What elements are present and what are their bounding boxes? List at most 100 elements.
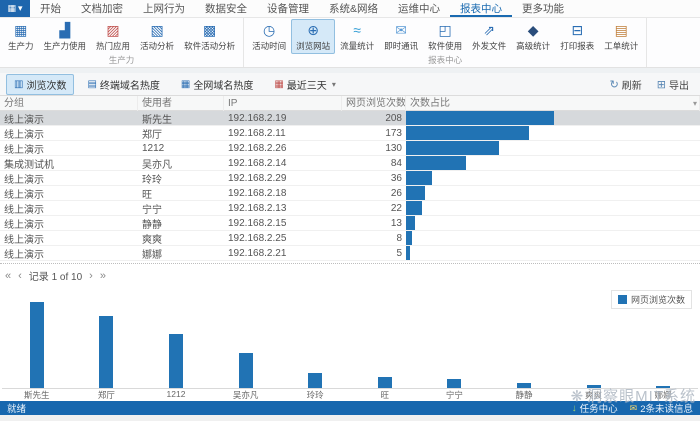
ribbon-button-0-0[interactable]: ▦生产力 xyxy=(3,19,39,54)
table-row[interactable]: 线上演示静静192.168.2.1513 xyxy=(0,216,700,231)
chart-bar-slot xyxy=(2,301,72,388)
table-row[interactable]: 线上演示旺192.168.2.1826 xyxy=(0,186,700,201)
chart-bar-slot xyxy=(628,301,698,388)
ribbon-button-1-6[interactable]: ◆高级统计 xyxy=(511,19,555,54)
tab-8[interactable]: 更多功能 xyxy=(512,0,574,17)
chart-bar-slot xyxy=(559,301,629,388)
cell-group: 线上演示 xyxy=(0,141,138,156)
ratio-bar xyxy=(406,246,410,260)
table-row[interactable]: 线上演示爽爽192.168.2.258 xyxy=(0,231,700,246)
date-range-dropdown[interactable]: ▦ 最近三天 ▾ xyxy=(266,74,343,95)
cell-group: 线上演示 xyxy=(0,171,138,186)
global-domain-icon: ▦ xyxy=(181,79,190,90)
table-row[interactable]: 线上演示宁宁192.168.2.1322 xyxy=(0,201,700,216)
app-menu-button[interactable]: ▦▾ xyxy=(0,0,30,17)
ribbon-button-1-4[interactable]: ◰软件使用 xyxy=(423,19,467,54)
record-count-label: 记录 1 of 10 xyxy=(29,268,82,283)
cell-ip: 192.168.2.18 xyxy=(224,188,342,199)
ratio-bar xyxy=(406,141,499,155)
ribbon-button-0-2[interactable]: ▨热门应用 xyxy=(91,19,135,54)
tab-5[interactable]: 系统&网络 xyxy=(319,0,388,17)
advanced-stats-icon: ◆ xyxy=(528,22,539,38)
table-row[interactable]: 集成测试机吴亦凡192.168.2.1484 xyxy=(0,156,700,171)
traffic-icon: ≈ xyxy=(353,22,361,38)
ribbon-button-1-7[interactable]: ⊟打印报表 xyxy=(555,19,599,54)
ribbon-button-0-1[interactable]: ▟生产力使用 xyxy=(39,19,92,54)
clock-icon: ◷ xyxy=(263,22,275,38)
table-header: 分组使用者IP网页浏览次数次数占比▾ xyxy=(0,96,700,111)
x-label: 宁宁 xyxy=(420,389,490,401)
table-row[interactable]: 线上演示斯先生192.168.2.19208 xyxy=(0,111,700,126)
ratio-bar xyxy=(406,216,415,230)
bar-chart-icon: ▟ xyxy=(59,22,70,38)
tab-2[interactable]: 上网行为 xyxy=(133,0,195,17)
chart-bar xyxy=(30,302,44,388)
ribbon-button-1-5[interactable]: ⇗外发文件 xyxy=(467,19,511,54)
ribbon-button-label: 即时通讯 xyxy=(384,40,418,52)
unread-messages-button[interactable]: ✉ 2条未读信息 xyxy=(630,401,693,415)
export-button[interactable]: ⊞ 导出 xyxy=(652,75,694,94)
tab-6[interactable]: 运维中心 xyxy=(388,0,450,17)
cell-ratio xyxy=(406,156,700,170)
mail-icon: ✉ xyxy=(630,403,638,414)
column-header-1[interactable]: 使用者 xyxy=(138,96,224,111)
ratio-bar xyxy=(406,171,432,185)
cell-group: 集成测试机 xyxy=(0,156,138,171)
refresh-button[interactable]: ↻ 刷新 xyxy=(605,75,647,94)
chart-bar xyxy=(239,353,253,388)
last-page-button[interactable]: » xyxy=(100,270,106,282)
table-row[interactable]: 线上演示郑厅192.168.2.11173 xyxy=(0,126,700,141)
tab-4[interactable]: 设备管理 xyxy=(257,0,319,17)
chevron-down-icon: ▾ xyxy=(18,3,23,14)
activity-analysis-icon: ▧ xyxy=(150,22,163,38)
column-header-3[interactable]: 网页浏览次数 xyxy=(342,96,406,111)
ribbon-button-1-3[interactable]: ✉即时通讯 xyxy=(379,19,423,54)
results-table: 分组使用者IP网页浏览次数次数占比▾ 线上演示斯先生192.168.2.1920… xyxy=(0,96,700,261)
table-row[interactable]: 线上演示娜娜192.168.2.215 xyxy=(0,246,700,261)
prev-page-button[interactable]: ‹ xyxy=(18,270,22,282)
app-logo-icon: ▦ xyxy=(7,3,16,14)
view-button-2[interactable]: ▦全网域名热度 xyxy=(173,74,261,95)
ribbon-button-label: 软件活动分析 xyxy=(184,40,235,52)
ribbon-button-1-0[interactable]: ◷活动时间 xyxy=(247,19,291,54)
next-page-button[interactable]: › xyxy=(89,270,93,282)
column-header-2[interactable]: IP xyxy=(224,96,342,111)
view-button-label: 全网域名热度 xyxy=(193,77,253,92)
task-center-button[interactable]: ↓ 任务中心 xyxy=(572,401,618,415)
record-navigator: « ‹ 记录 1 of 10 › » xyxy=(0,263,700,287)
cell-ip: 192.168.2.21 xyxy=(224,248,342,259)
tab-0[interactable]: 开始 xyxy=(30,0,71,17)
cell-user: 郑厅 xyxy=(138,126,224,141)
tab-1[interactable]: 文档加密 xyxy=(71,0,133,17)
cell-ratio xyxy=(406,231,700,245)
ribbon-button-0-3[interactable]: ▧活动分析 xyxy=(135,19,179,54)
table-row[interactable]: 线上演示1212192.168.2.26130 xyxy=(0,141,700,156)
cell-ip: 192.168.2.11 xyxy=(224,128,342,139)
cell-group: 线上演示 xyxy=(0,231,138,246)
tab-3[interactable]: 数据安全 xyxy=(195,0,257,17)
cell-ip: 192.168.2.29 xyxy=(224,173,342,184)
chart-bar xyxy=(656,386,670,388)
view-button-1[interactable]: ▤终端域名热度 xyxy=(79,74,167,95)
view-button-0[interactable]: ▥浏览次数 xyxy=(6,74,74,95)
cell-count: 8 xyxy=(342,233,406,244)
column-header-4[interactable]: 次数占比 xyxy=(406,96,700,111)
table-row[interactable]: 线上演示玲玲192.168.2.2936 xyxy=(0,171,700,186)
ribbon-group-label: 生产力 xyxy=(3,54,240,67)
first-page-button[interactable]: « xyxy=(5,270,11,282)
tab-7[interactable]: 报表中心 xyxy=(450,0,512,17)
ribbon-button-1-8[interactable]: ▤工单统计 xyxy=(599,19,643,54)
x-label: 玲玲 xyxy=(280,389,350,401)
cell-group: 线上演示 xyxy=(0,186,138,201)
ribbon: ▦生产力▟生产力使用▨热门应用▧活动分析 ▩ 软件活动分析生产力 ◷活动时间⊕浏览网站… xyxy=(0,18,700,68)
chart-bar xyxy=(378,377,392,388)
ribbon-button-label: 流量统计 xyxy=(340,40,374,52)
ribbon-button-1-1[interactable]: ⊕浏览网站 xyxy=(291,19,335,54)
ribbon-button-1-2[interactable]: ≈ 流量统计 xyxy=(335,19,379,54)
column-filter-icon[interactable]: ▾ xyxy=(693,96,697,111)
column-header-0[interactable]: 分组 xyxy=(0,96,138,111)
software-activity-icon: ▩ xyxy=(203,22,216,38)
chart-plot-area xyxy=(2,301,698,389)
ribbon-button-0-4[interactable]: ▩ 软件活动分析 xyxy=(179,19,240,54)
cell-count: 208 xyxy=(342,113,406,124)
